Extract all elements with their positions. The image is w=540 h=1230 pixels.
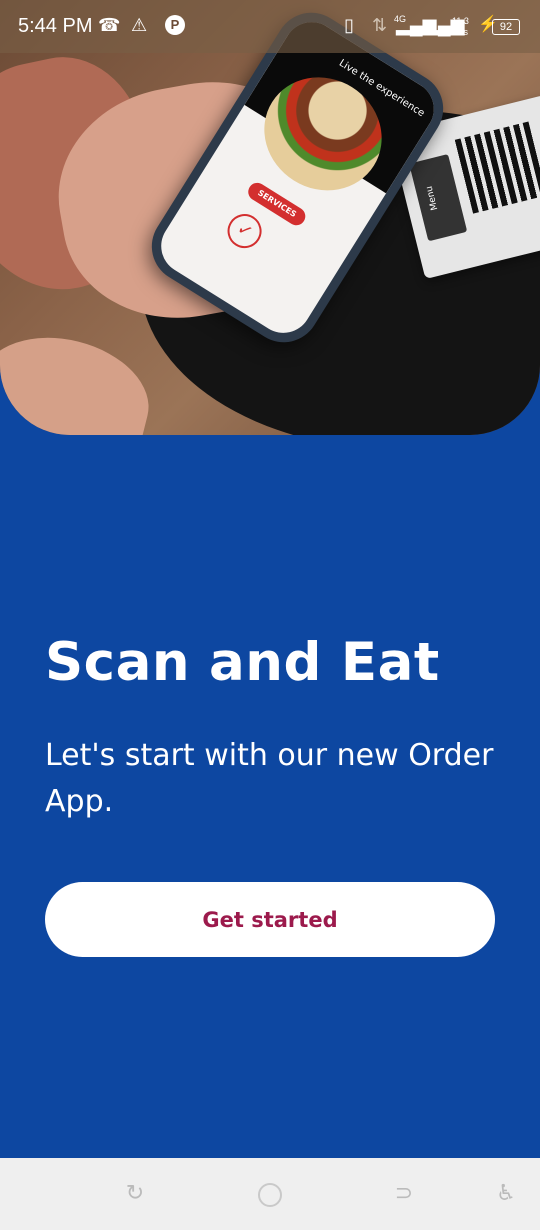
get-started-button[interactable]: Get started <box>45 882 495 957</box>
data-speed-unit: K/s <box>455 27 469 37</box>
page-title: Scan and Eat <box>45 632 440 693</box>
battery-icon: 92 <box>492 19 520 35</box>
page-subtitle: Let's start with our new Order App. <box>45 738 494 819</box>
hero-image: Menu Live the experience SERVICES ✓ 5:44… <box>0 0 540 435</box>
data-arrows-icon: ⇅ <box>372 15 388 35</box>
warning-icon: ⚠ <box>131 15 148 35</box>
recent-apps-icon[interactable]: ↻ <box>123 1182 147 1206</box>
data-speed-value: 11.3 <box>452 16 469 26</box>
lower-hand <box>0 321 161 435</box>
system-nav-bar: ↻ ⊃ ♿ <box>0 1158 540 1230</box>
qr-menu-label-panel: Menu <box>409 153 468 242</box>
status-time: 5:44 PM <box>18 15 93 37</box>
app-p-icon: P <box>165 15 185 35</box>
check-icon: ✓ <box>221 207 268 255</box>
vibrate-icon: ▯ <box>344 15 354 35</box>
accessibility-icon[interactable]: ♿ <box>494 1182 518 1206</box>
back-icon[interactable]: ⊃ <box>392 1182 416 1206</box>
home-icon[interactable] <box>258 1183 282 1207</box>
qr-code-icon <box>454 121 540 214</box>
qr-menu-label: Menu <box>424 184 441 212</box>
missed-call-icon: ☎ <box>98 15 121 35</box>
status-bar: 5:44 PM ☎ ⚠ P ▯ ⇅ 4G ▂▄▆ ▂▄▆ 11.3 K/s ⚡ … <box>0 0 540 53</box>
